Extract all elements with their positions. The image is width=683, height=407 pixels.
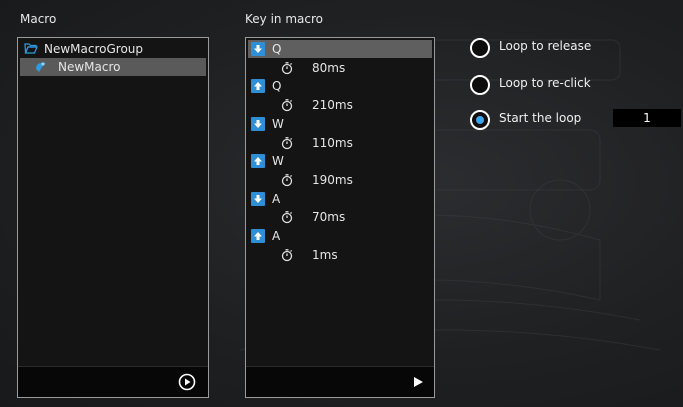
macro-item-label: NewMacro — [58, 60, 121, 74]
key-event-row[interactable]: W — [248, 152, 432, 170]
stopwatch-icon — [281, 61, 293, 74]
loop-option-label: Loop to re-click — [499, 76, 591, 90]
delay-row[interactable]: 110ms — [248, 134, 432, 152]
delay-row[interactable]: 70ms — [248, 208, 432, 226]
key-label: W — [272, 154, 284, 169]
key-label: W — [272, 116, 284, 131]
delay-label: 1ms — [312, 247, 338, 262]
keys-panel: Q 80ms Q 210ms W 110ms W 190ms A 70ms A 1ms — [245, 37, 435, 398]
key-up-icon — [251, 79, 265, 94]
stopwatch-icon — [281, 136, 293, 149]
stopwatch-icon — [281, 174, 293, 187]
delay-label: 190ms — [312, 172, 353, 187]
radio-button[interactable] — [470, 110, 490, 130]
key-label: Q — [272, 42, 282, 56]
stopwatch-icon — [281, 248, 293, 261]
macro-group-label: NewMacroGroup — [44, 42, 144, 56]
keys-panel-title: Key in macro — [245, 12, 323, 26]
key-up-icon — [251, 154, 265, 169]
key-event-row[interactable]: Q — [248, 40, 432, 58]
delay-label: 110ms — [312, 135, 353, 150]
macro-group-row[interactable]: NewMacroGroup — [20, 40, 206, 58]
key-down-icon — [251, 116, 265, 131]
loop-option-label: Loop to release — [499, 39, 592, 53]
radio-button[interactable] — [470, 75, 490, 95]
delay-row[interactable]: 190ms — [248, 171, 432, 189]
key-event-row[interactable]: W — [248, 115, 432, 133]
key-event-row[interactable]: A — [248, 190, 432, 208]
macro-panel-title: Macro — [20, 12, 57, 26]
key-up-icon — [251, 229, 265, 243]
play-circle-icon[interactable] — [178, 373, 196, 391]
stopwatch-icon — [281, 211, 293, 224]
play-triangle-icon[interactable] — [412, 376, 424, 388]
loop-count-input[interactable]: 1 — [613, 109, 681, 127]
key-event-row[interactable]: Q — [248, 77, 432, 95]
delay-label: 210ms — [312, 98, 353, 113]
key-label: A — [272, 191, 281, 206]
macro-item-row[interactable]: NewMacro — [20, 58, 206, 76]
radio-button[interactable] — [470, 38, 490, 58]
delay-label: 70ms — [312, 210, 346, 225]
key-event-row[interactable]: A — [248, 227, 432, 245]
key-label: Q — [272, 79, 282, 94]
key-label: A — [272, 229, 281, 243]
macro-panel-footer — [18, 366, 208, 397]
keys-panel-footer — [246, 366, 434, 397]
macro-panel: NewMacroGroup NewMacro — [17, 37, 209, 398]
key-down-icon — [251, 42, 265, 56]
delay-label: 80ms — [312, 60, 346, 75]
delay-row[interactable]: 210ms — [248, 96, 432, 114]
delay-row[interactable]: 1ms — [248, 246, 432, 264]
stopwatch-icon — [281, 99, 293, 112]
macro-icon — [36, 62, 46, 72]
folder-open-icon — [24, 43, 38, 54]
key-down-icon — [251, 191, 265, 206]
radio-selected-dot — [476, 116, 484, 124]
delay-row[interactable]: 80ms — [248, 59, 432, 77]
loop-option-label: Start the loop — [499, 111, 582, 125]
